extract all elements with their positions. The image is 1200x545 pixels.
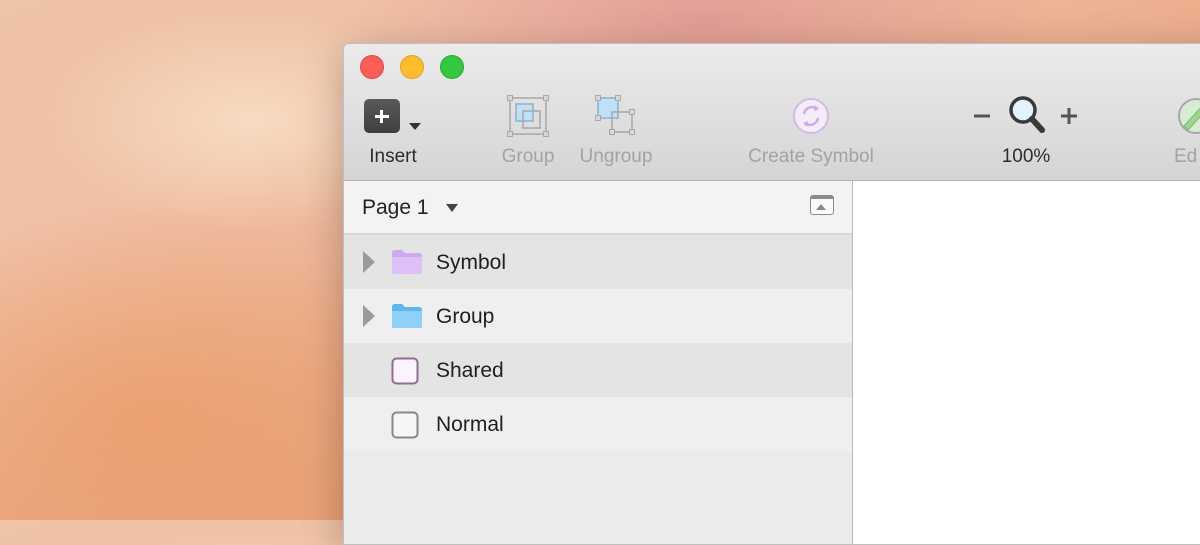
- ungroup-button[interactable]: Ungroup: [580, 94, 652, 167]
- group-button[interactable]: Group: [502, 94, 554, 167]
- layer-label: Shared: [436, 359, 504, 382]
- layer-row-normal[interactable]: Normal: [344, 397, 852, 451]
- zoom-icon: [1007, 94, 1047, 141]
- layer-label: Normal: [436, 413, 504, 436]
- zoom-control: 100%: [972, 94, 1080, 167]
- disclosure-triangle-icon[interactable]: [363, 305, 375, 327]
- minus-icon: [974, 114, 990, 118]
- page-selector[interactable]: Page 1: [344, 181, 852, 235]
- create-symbol-label: Create Symbol: [748, 146, 874, 167]
- ungroup-icon: [594, 94, 638, 138]
- zoom-out-button[interactable]: [972, 107, 994, 125]
- insert-button[interactable]: Insert: [364, 94, 422, 167]
- toolbar: Insert Group Ungroup Create Symbol 100% …: [344, 44, 1200, 181]
- minimize-window-button[interactable]: [400, 55, 424, 79]
- page-title: Page 1: [362, 196, 429, 219]
- disclosure-triangle-icon[interactable]: [363, 251, 375, 273]
- canvas[interactable]: [853, 181, 1200, 544]
- layer-row-symbol[interactable]: Symbol: [344, 235, 852, 289]
- layer-row-group[interactable]: Group: [344, 289, 852, 343]
- edit-icon: [1174, 94, 1200, 138]
- layer-label: Symbol: [436, 251, 507, 274]
- insert-label: Insert: [369, 146, 417, 167]
- close-window-button[interactable]: [360, 55, 384, 79]
- folder-icon: [391, 303, 423, 334]
- create-symbol-button[interactable]: Create Symbol: [748, 94, 874, 167]
- edit-label: Ed: [1174, 146, 1198, 167]
- group-icon: [506, 94, 550, 138]
- zoom-window-button[interactable]: [440, 55, 464, 79]
- layer-label: Group: [436, 305, 495, 328]
- plus-icon: [364, 99, 400, 133]
- caret-down-icon: [446, 204, 458, 212]
- zoom-level: 100%: [1001, 146, 1051, 167]
- edit-button[interactable]: Ed: [1174, 94, 1200, 167]
- layer-list: Symbol Group Shared Normal: [344, 235, 852, 451]
- app-window: Insert Group Ungroup Create Symbol 100% …: [343, 43, 1200, 545]
- caret-down-icon: [409, 123, 421, 130]
- zoom-in-button[interactable]: [1058, 105, 1080, 127]
- folder-icon: [391, 249, 423, 280]
- layer-row-shared[interactable]: Shared: [344, 343, 852, 397]
- collapse-pages-button[interactable]: [810, 195, 834, 215]
- ungroup-label: Ungroup: [579, 146, 653, 167]
- shape-icon: [391, 411, 419, 444]
- shared-shape-icon: [391, 357, 419, 390]
- layers-sidebar: Page 1 Symbol Group Shared Normal: [344, 181, 853, 544]
- symbol-icon: [792, 94, 830, 138]
- plus-icon: [1061, 108, 1077, 124]
- group-label: Group: [501, 146, 555, 167]
